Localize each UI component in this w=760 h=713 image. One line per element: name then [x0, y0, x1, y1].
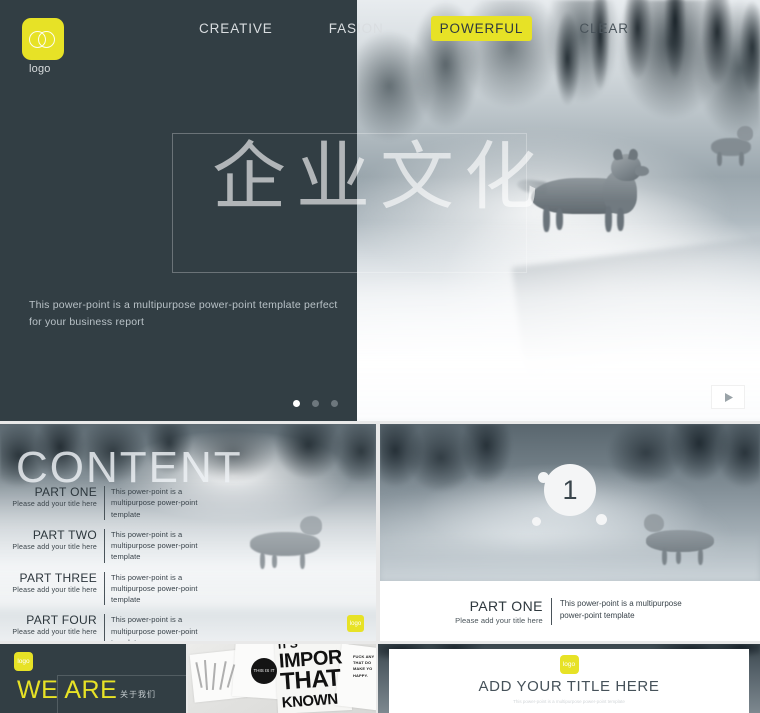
add-title-logo-badge[interactable]: logo: [559, 655, 579, 674]
poster-headline: IT'S IMPOR THAT KNOWN: [277, 644, 358, 713]
part-name: PART TWO: [32, 527, 97, 542]
content-heading: CONTENT: [16, 443, 243, 492]
part-name: PART THREE: [19, 570, 97, 585]
slide-row-3: logo WE ARE 关于我们 THIS IS IT IT'S IMPOR T…: [0, 644, 760, 713]
play-icon: [724, 392, 733, 402]
play-button[interactable]: [711, 385, 745, 409]
content-part-list: PART ONE Please add your title here This…: [0, 485, 376, 641]
side-text-line: HAPPY.: [353, 672, 369, 678]
hero-slide: 企业文化 logo CREATIVE FASION POWERFUL CLEAR…: [0, 0, 760, 421]
nav-item-clear[interactable]: CLEAR: [570, 16, 638, 41]
nav-item-fasion[interactable]: FASION: [320, 16, 393, 41]
carousel-dot-2[interactable]: [312, 400, 319, 407]
two-overlapping-circles-icon: [29, 30, 57, 48]
part-one-description: This power-point is a multipurpose power…: [559, 598, 682, 621]
part-name: PART FOUR: [26, 613, 97, 628]
we-are-subtitle-cn: 关于我们: [120, 690, 156, 699]
part-one-subtitle: Please add your title here: [455, 615, 543, 625]
part-one-slide[interactable]: 1 PART ONE Please add your title here Th…: [380, 424, 760, 641]
part-name: PART ONE: [34, 485, 97, 499]
content-part-row[interactable]: PART TWO Please add your title here This…: [0, 527, 376, 563]
carousel-dot-3[interactable]: [331, 400, 338, 407]
we-are-title: WE ARE: [17, 676, 118, 704]
headline-line-4: KNOWN: [281, 690, 339, 712]
carousel-dots[interactable]: [293, 400, 338, 407]
pencil-sketch: [195, 658, 238, 694]
decor-dot-right: [596, 514, 607, 525]
slide-row-2: CONTENT PART ONE Please add your title h…: [0, 424, 760, 641]
part-description: This power-point is a multipurpose power…: [111, 572, 198, 605]
part-subtitle: Please add your title here: [12, 629, 97, 637]
part-divider: [104, 528, 105, 563]
logo-caption: logo: [29, 63, 51, 75]
decor-dot-left: [532, 517, 541, 526]
nav-item-creative[interactable]: CREATIVE: [190, 16, 282, 41]
part-one-name: PART ONE: [469, 597, 543, 614]
part-divider: [104, 614, 105, 641]
add-title-subtitle: This power-point is a multipurpose power…: [513, 699, 625, 704]
part-one-wolf-figure: [642, 510, 726, 566]
content-logo-badge[interactable]: logo: [347, 615, 364, 632]
watermark-title: 企业文化: [212, 134, 548, 220]
posters-slide[interactable]: THIS IS IT IT'S IMPOR THAT KNOWN FUCK AN…: [188, 644, 376, 713]
part-one-divider: [550, 597, 552, 625]
logo-badge[interactable]: [22, 18, 64, 60]
part-one-footer: PART ONE Please add your title here This…: [380, 581, 760, 641]
content-part-row[interactable]: PART FOUR Please add your title here Thi…: [0, 614, 376, 641]
part-subtitle: Please add your title here: [12, 543, 97, 551]
part-description: This power-point is a multipurpose power…: [111, 529, 198, 562]
add-title-card: logo ADD YOUR TITLE HERE This power-poin…: [389, 649, 749, 713]
we-are-slide[interactable]: logo WE ARE 关于我们: [0, 644, 186, 713]
part-divider: [104, 486, 105, 520]
poster-sticker: THIS IS IT: [251, 658, 277, 684]
poster-side-text: FUCK ANY THAT DO MAKE YO HAPPY.: [353, 654, 376, 679]
part-subtitle: Please add your title here: [12, 501, 97, 509]
add-title-heading: ADD YOUR TITLE HERE: [478, 678, 660, 695]
hero-description: This power-point is a multipurpose power…: [29, 299, 338, 329]
part-number-circle: 1: [544, 464, 596, 516]
nav-items: CREATIVE FASION POWERFUL CLEAR: [190, 16, 638, 41]
content-part-row[interactable]: PART ONE Please add your title here This…: [0, 485, 376, 520]
part-divider: [104, 571, 105, 606]
add-title-slide[interactable]: logo ADD YOUR TITLE HERE This power-poin…: [378, 644, 760, 713]
part-one-photo: 1: [380, 424, 760, 581]
part-subtitle: Please add your title here: [12, 586, 97, 594]
part-description: This power-point is a multipurpose power…: [111, 487, 198, 519]
hero-navbar: logo CREATIVE FASION POWERFUL CLEAR: [0, 0, 760, 75]
carousel-dot-1[interactable]: [293, 400, 300, 407]
part-description: This power-point is a multipurpose power…: [111, 615, 198, 641]
nav-item-powerful[interactable]: POWERFUL: [430, 16, 533, 41]
slide-deck-preview: 企业文化 logo CREATIVE FASION POWERFUL CLEAR…: [0, 0, 760, 713]
content-slide[interactable]: CONTENT PART ONE Please add your title h…: [0, 424, 376, 641]
we-are-logo-badge[interactable]: logo: [14, 652, 33, 671]
content-part-row[interactable]: PART THREE Please add your title here Th…: [0, 570, 376, 606]
